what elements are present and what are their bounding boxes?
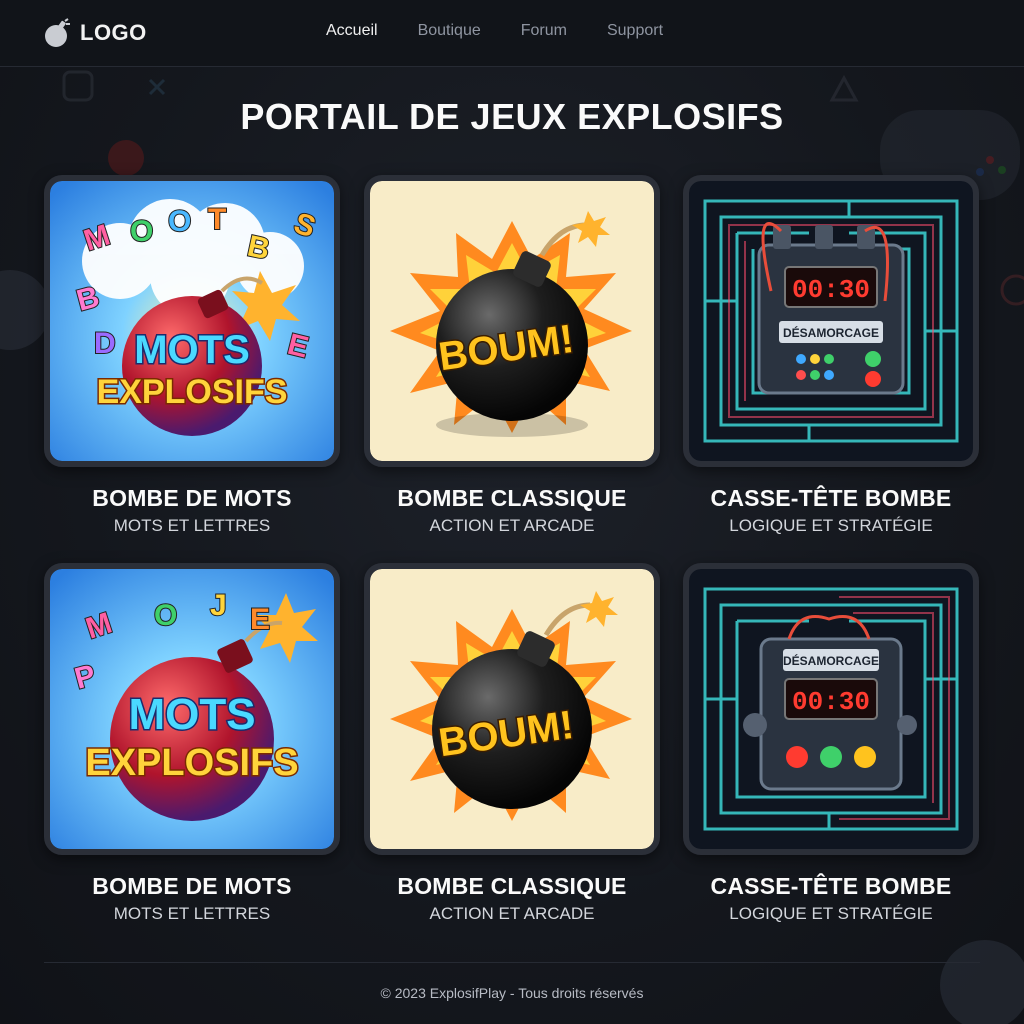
art-text-mots: MOTS <box>134 328 250 372</box>
game-card-word-bomb[interactable]: MOTS EXPLOSIFS M O O T B S B D E BOMBE D… <box>44 175 340 536</box>
game-category: ACTION ET ARCADE <box>429 904 595 923</box>
game-title: BOMBE DE MOTS <box>92 485 292 511</box>
game-card-classic-bomb[interactable]: BOUM! BOMBE CLASSIQUE ACTION ET ARCADE <box>364 563 660 924</box>
art-text-mots: MOTS <box>128 690 255 739</box>
svg-text:J: J <box>210 589 227 622</box>
game-title: BOMBE DE MOTS <box>92 873 292 899</box>
game-category: LOGIQUE ET STRATÉGIE <box>729 904 933 923</box>
classic-bomb-art: BOUM! <box>370 569 654 849</box>
art-defuse-label: DÉSAMORCAGE <box>783 325 879 340</box>
game-title: CASSE-TÊTE BOMBE <box>710 873 952 899</box>
art-text-explosifs: EXPLOSIFS <box>85 742 298 784</box>
game-category: LOGIQUE ET STRATÉGIE <box>729 516 933 535</box>
nav-accueil[interactable]: Accueil <box>326 22 378 40</box>
game-card-puzzle-bomb[interactable]: 00:30 DÉSAMORCAGE CASSE-TÊTE BOMBE LOGIQ… <box>683 175 979 536</box>
svg-text:O: O <box>154 599 177 632</box>
page-title: PORTAIL DE JEUX EXPLOSIFS <box>240 96 784 137</box>
art-timer: 00:30 <box>792 275 870 305</box>
word-bomb-art: MOTS EXPLOSIFS M O O T B S B D E <box>50 181 334 461</box>
game-title: BOMBE CLASSIQUE <box>397 485 627 511</box>
svg-text:O: O <box>168 205 191 238</box>
art-text-explosifs: EXPLOSIFS <box>97 373 288 411</box>
classic-bomb-art: BOUM! <box>370 181 654 461</box>
svg-text:O: O <box>130 215 153 248</box>
game-title: CASSE-TÊTE BOMBE <box>710 485 952 511</box>
game-category: ACTION ET ARCADE <box>429 516 595 535</box>
footer-divider <box>44 962 980 963</box>
game-thumbnail[interactable]: DÉSAMORCAGE 00:30 <box>683 563 979 855</box>
game-thumbnail[interactable]: BOUM! <box>364 563 660 855</box>
game-card-word-bomb[interactable]: MOTS EXPLOSIFS M O J E P BOMBE DE MOTS M… <box>44 563 340 924</box>
nav-forum[interactable]: Forum <box>521 22 567 40</box>
nav-boutique[interactable]: Boutique <box>418 22 481 40</box>
nav-support[interactable]: Support <box>607 22 663 40</box>
puzzle-bomb-art: 00:30 DÉSAMORCAGE <box>689 181 973 461</box>
puzzle-bomb-art: DÉSAMORCAGE 00:30 <box>689 569 973 849</box>
bomb-logo-icon <box>45 18 70 47</box>
game-thumbnail[interactable]: MOTS EXPLOSIFS M O J E P <box>44 563 340 855</box>
game-category: MOTS ET LETTRES <box>113 516 271 535</box>
svg-text:T: T <box>208 203 226 236</box>
game-card-puzzle-bomb[interactable]: DÉSAMORCAGE 00:30 CASSE-TÊTE BOMBE LOGIQ… <box>683 563 979 924</box>
logo[interactable]: LOGO <box>44 18 147 48</box>
svg-text:E: E <box>250 603 270 636</box>
footer-copyright: © 2023 ExplosifPlay - Tous droits réserv… <box>380 985 644 1001</box>
game-category: MOTS ET LETTRES <box>113 904 271 923</box>
art-defuse-label: DÉSAMORCAGE <box>783 653 879 668</box>
word-bomb-art: MOTS EXPLOSIFS M O J E P <box>50 569 334 849</box>
top-navigation-bar: LOGO Accueil Boutique Forum Support <box>0 0 1024 67</box>
game-thumbnail[interactable]: 00:30 DÉSAMORCAGE <box>683 175 979 467</box>
art-timer: 00:30 <box>792 687 870 717</box>
game-thumbnail[interactable]: BOUM! <box>364 175 660 467</box>
main-nav: Accueil Boutique Forum Support <box>326 22 703 40</box>
game-card-classic-bomb[interactable]: BOUM! BOMBE CLASSIQUE ACTION ET ARCADE <box>364 175 660 536</box>
game-title: BOMBE CLASSIQUE <box>397 873 627 899</box>
svg-text:D: D <box>94 327 116 360</box>
logo-text: LOGO <box>80 20 147 45</box>
game-thumbnail[interactable]: MOTS EXPLOSIFS M O O T B S B D E <box>44 175 340 467</box>
